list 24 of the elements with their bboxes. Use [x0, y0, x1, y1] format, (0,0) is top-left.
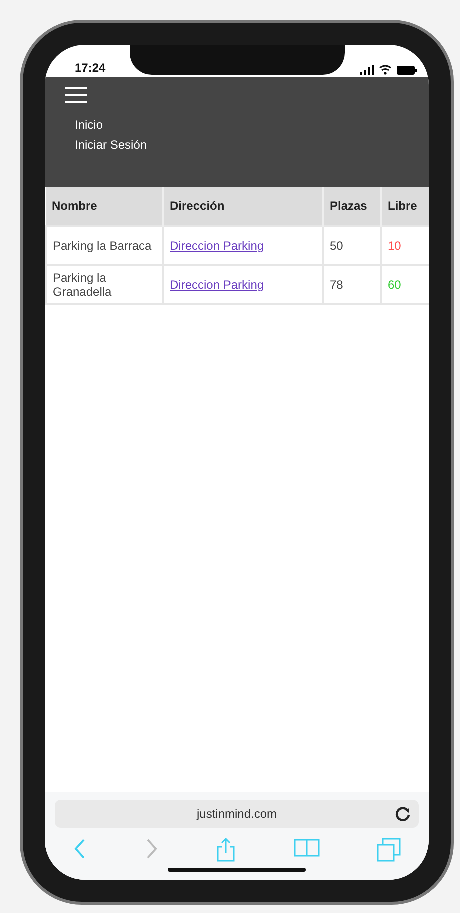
share-icon[interactable]	[216, 838, 236, 862]
address-link[interactable]: Direccion Parking	[170, 238, 264, 252]
table-cell: Parking la Barraca	[46, 226, 163, 265]
column-header: Libre	[381, 187, 429, 226]
back-icon[interactable]	[73, 838, 87, 860]
column-header: Dirección	[163, 187, 323, 226]
tabs-icon[interactable]	[377, 838, 401, 862]
book-icon[interactable]	[294, 838, 320, 858]
table-cell: 10	[381, 226, 429, 265]
nav-link[interactable]: Iniciar Sesión	[75, 138, 409, 152]
battery-icon	[397, 66, 417, 74]
table-cell: Parking la Granadella	[46, 265, 163, 304]
reload-icon[interactable]	[395, 806, 411, 822]
table-cell: 78	[323, 265, 381, 304]
status-time: 17:24	[75, 61, 106, 75]
signal-icon	[360, 65, 374, 75]
table-cell: 50	[323, 226, 381, 265]
menu-icon[interactable]	[65, 87, 87, 104]
column-header: Nombre	[46, 187, 163, 226]
column-header: Plazas	[323, 187, 381, 226]
address-link[interactable]: Direccion Parking	[170, 278, 264, 292]
wifi-icon	[379, 65, 392, 75]
nav-link[interactable]: Inicio	[75, 118, 409, 132]
address-bar[interactable]: justinmind.com	[55, 800, 419, 828]
